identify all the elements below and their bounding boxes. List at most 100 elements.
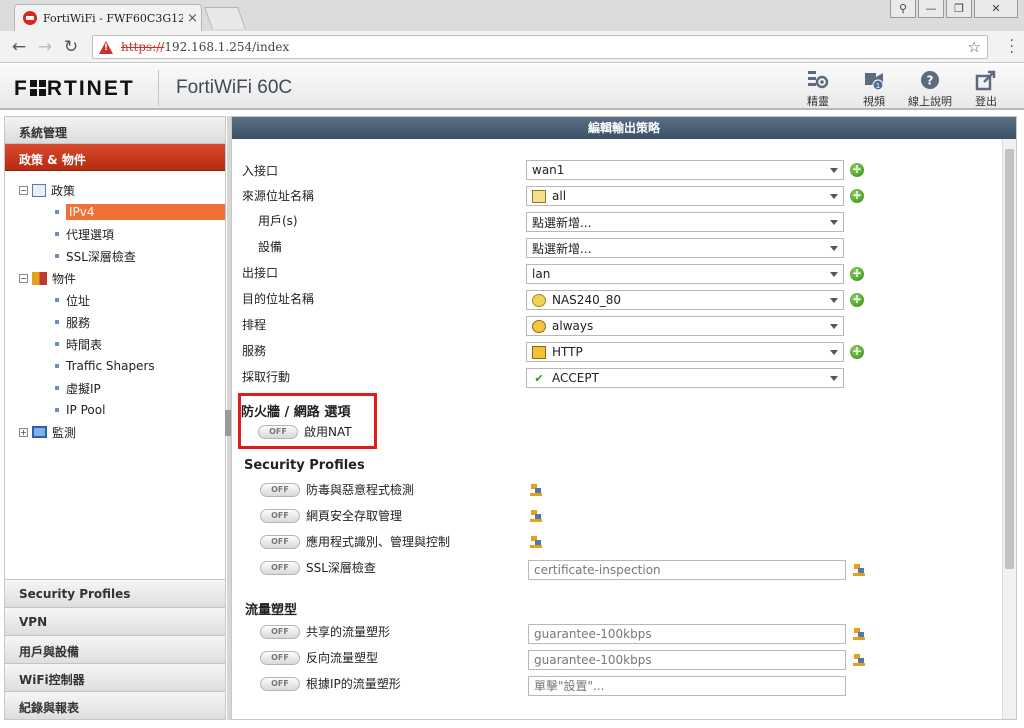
nav-section-policy[interactable]: 政策 & 物件 <box>5 144 225 171</box>
ssl-inspection-toggle[interactable]: OFF <box>260 561 300 575</box>
nat-toggle[interactable]: OFF <box>258 425 298 439</box>
browser-menu-icon[interactable]: · · · <box>1010 34 1014 60</box>
shared-shaper-field[interactable]: guarantee-100kbps <box>528 624 846 644</box>
nav-section-vpn[interactable]: VPN <box>5 607 225 635</box>
tree-node-address[interactable]: 位址 <box>5 289 225 311</box>
url-scheme: https:// <box>121 40 165 54</box>
select-devices[interactable]: 點選新增... <box>526 238 844 258</box>
expand-icon[interactable]: + <box>19 427 28 437</box>
select-users[interactable]: 點選新增... <box>526 212 844 232</box>
logout-button[interactable]: 登出 <box>958 69 1014 109</box>
add-incoming-interface-icon[interactable]: + <box>850 163 864 177</box>
wizard-label: 精靈 <box>807 95 829 108</box>
select-schedule[interactable]: always <box>526 316 844 336</box>
tree-node-ip-pool[interactable]: IP Pool <box>5 399 225 421</box>
tree-node-ipv4[interactable]: IPv4 <box>5 201 225 223</box>
wizard-button[interactable]: 精靈 <box>790 69 846 109</box>
fortinet-logo: F RTINET <box>14 77 135 100</box>
select-value: 點選新增... <box>532 241 592 256</box>
leaf-bullet-icon <box>55 408 59 412</box>
url-path: 192.168.1.254/index <box>164 40 290 54</box>
shared-shaper-label: 共享的流量塑形 <box>306 625 391 639</box>
select-service[interactable]: HTTP <box>526 342 844 362</box>
window-controls: ⚲ — ❐ ✕ <box>890 0 1018 18</box>
add-destination-address-icon[interactable]: + <box>850 293 864 307</box>
add-service-icon[interactable]: + <box>850 345 864 359</box>
select-value: HTTP <box>552 345 583 359</box>
tree-node-objects[interactable]: − 物件 <box>5 267 225 289</box>
reload-icon[interactable]: ↻ <box>58 37 84 57</box>
nav-section-security-profiles[interactable]: Security Profiles <box>5 579 225 607</box>
profile-users-icon[interactable] <box>529 535 543 549</box>
forward-icon[interactable]: → <box>32 37 58 57</box>
tab-close-icon[interactable]: × <box>187 11 198 26</box>
antivirus-label: 防毒與惡意程式檢測 <box>306 483 415 497</box>
logout-label: 登出 <box>975 95 997 108</box>
profile-users-icon[interactable] <box>529 483 543 497</box>
per-ip-shaper-toggle[interactable]: OFF <box>260 677 300 691</box>
video-button[interactable]: 1 視頻 <box>846 69 902 109</box>
reverse-shaper-toggle[interactable]: OFF <box>260 651 300 665</box>
add-source-address-icon[interactable]: + <box>850 189 864 203</box>
address-bar[interactable]: https:// 192.168.1.254/index ☆ <box>92 35 988 59</box>
select-outgoing-interface[interactable]: lan <box>526 264 844 284</box>
add-outgoing-interface-icon[interactable]: + <box>850 267 864 281</box>
profile-users-icon[interactable] <box>852 653 866 667</box>
bookmark-star-icon[interactable]: ☆ <box>968 38 981 56</box>
tree-node-traffic-shapers[interactable]: Traffic Shapers <box>5 355 225 377</box>
profile-users-icon[interactable] <box>852 627 866 641</box>
tree-node-schedules[interactable]: 時間表 <box>5 333 225 355</box>
select-incoming-interface[interactable]: wan1 <box>526 160 844 180</box>
minimize-button[interactable]: — <box>918 0 944 18</box>
svg-text:1: 1 <box>876 82 880 90</box>
tree-node-ssl-inspection[interactable]: SSL深層檢查 <box>5 245 225 267</box>
reverse-shaper-field[interactable]: guarantee-100kbps <box>528 650 846 670</box>
logout-icon <box>975 69 997 91</box>
address-object-icon <box>532 189 546 203</box>
tree-node-virtual-ip[interactable]: 虛擬IP <box>5 377 225 399</box>
nat-label: 啟用NAT <box>304 425 352 439</box>
maximize-button[interactable]: ❐ <box>946 0 972 18</box>
ssl-inspection-profile-field[interactable]: certificate-inspection <box>528 560 846 580</box>
insecure-warning-icon[interactable] <box>99 40 113 54</box>
profile-users-icon[interactable] <box>529 509 543 523</box>
tree-node-monitor[interactable]: + 監測 <box>5 421 225 443</box>
select-source-address[interactable]: all <box>526 186 844 206</box>
dropdown-caret-icon <box>830 324 838 329</box>
reverse-shaper-label: 反向流量塑型 <box>306 651 379 665</box>
nav-section-log-report[interactable]: 紀錄與報表 <box>5 691 225 719</box>
service-object-icon <box>532 345 546 359</box>
collapse-icon[interactable]: − <box>19 185 28 195</box>
application-control-toggle[interactable]: OFF <box>260 535 300 549</box>
profile-users-icon[interactable] <box>852 563 866 577</box>
policy-list-icon <box>32 183 46 197</box>
back-icon[interactable]: ← <box>6 37 32 57</box>
select-destination-address[interactable]: NAS240_80 <box>526 290 844 310</box>
dropdown-caret-icon <box>830 168 838 173</box>
close-window-button[interactable]: ✕ <box>974 0 1018 18</box>
web-filter-toggle[interactable]: OFF <box>260 509 300 523</box>
vertical-scrollbar[interactable] <box>1002 139 1016 719</box>
nav-section-wifi-controller[interactable]: WiFi控制器 <box>5 663 225 691</box>
tree-node-services[interactable]: 服務 <box>5 311 225 333</box>
traffic-shaping-title: 流量塑型 <box>245 603 298 618</box>
per-ip-shaper-field[interactable]: 單擊"設置"... <box>528 676 846 696</box>
nav-section-users-devices[interactable]: 用戶與設備 <box>5 635 225 663</box>
tree-node-proxy-options[interactable]: 代理選項 <box>5 223 225 245</box>
shared-shaper-toggle[interactable]: OFF <box>260 625 300 639</box>
browser-tab[interactable]: FortiWiFi - FWF60C3G1200 × <box>14 4 202 31</box>
leaf-bullet-icon <box>55 254 59 258</box>
help-button[interactable]: ? 線上說明 <box>902 69 958 109</box>
new-tab-button[interactable] <box>203 7 247 29</box>
select-action[interactable]: ✔ ACCEPT <box>526 368 844 388</box>
dropdown-caret-icon <box>830 350 838 355</box>
profile-button[interactable]: ⚲ <box>890 0 916 18</box>
objects-icon <box>32 271 47 285</box>
scroll-thumb[interactable] <box>1005 149 1014 569</box>
antivirus-toggle[interactable]: OFF <box>260 483 300 497</box>
header-actions: 精靈 1 視頻 ? 線上說明 登出 <box>790 69 1014 109</box>
tree-node-policy[interactable]: − 政策 <box>5 179 225 201</box>
nav-section-system[interactable]: 系統管理 <box>5 117 225 144</box>
collapse-icon[interactable]: − <box>19 273 28 283</box>
leaf-bullet-icon <box>55 342 59 346</box>
